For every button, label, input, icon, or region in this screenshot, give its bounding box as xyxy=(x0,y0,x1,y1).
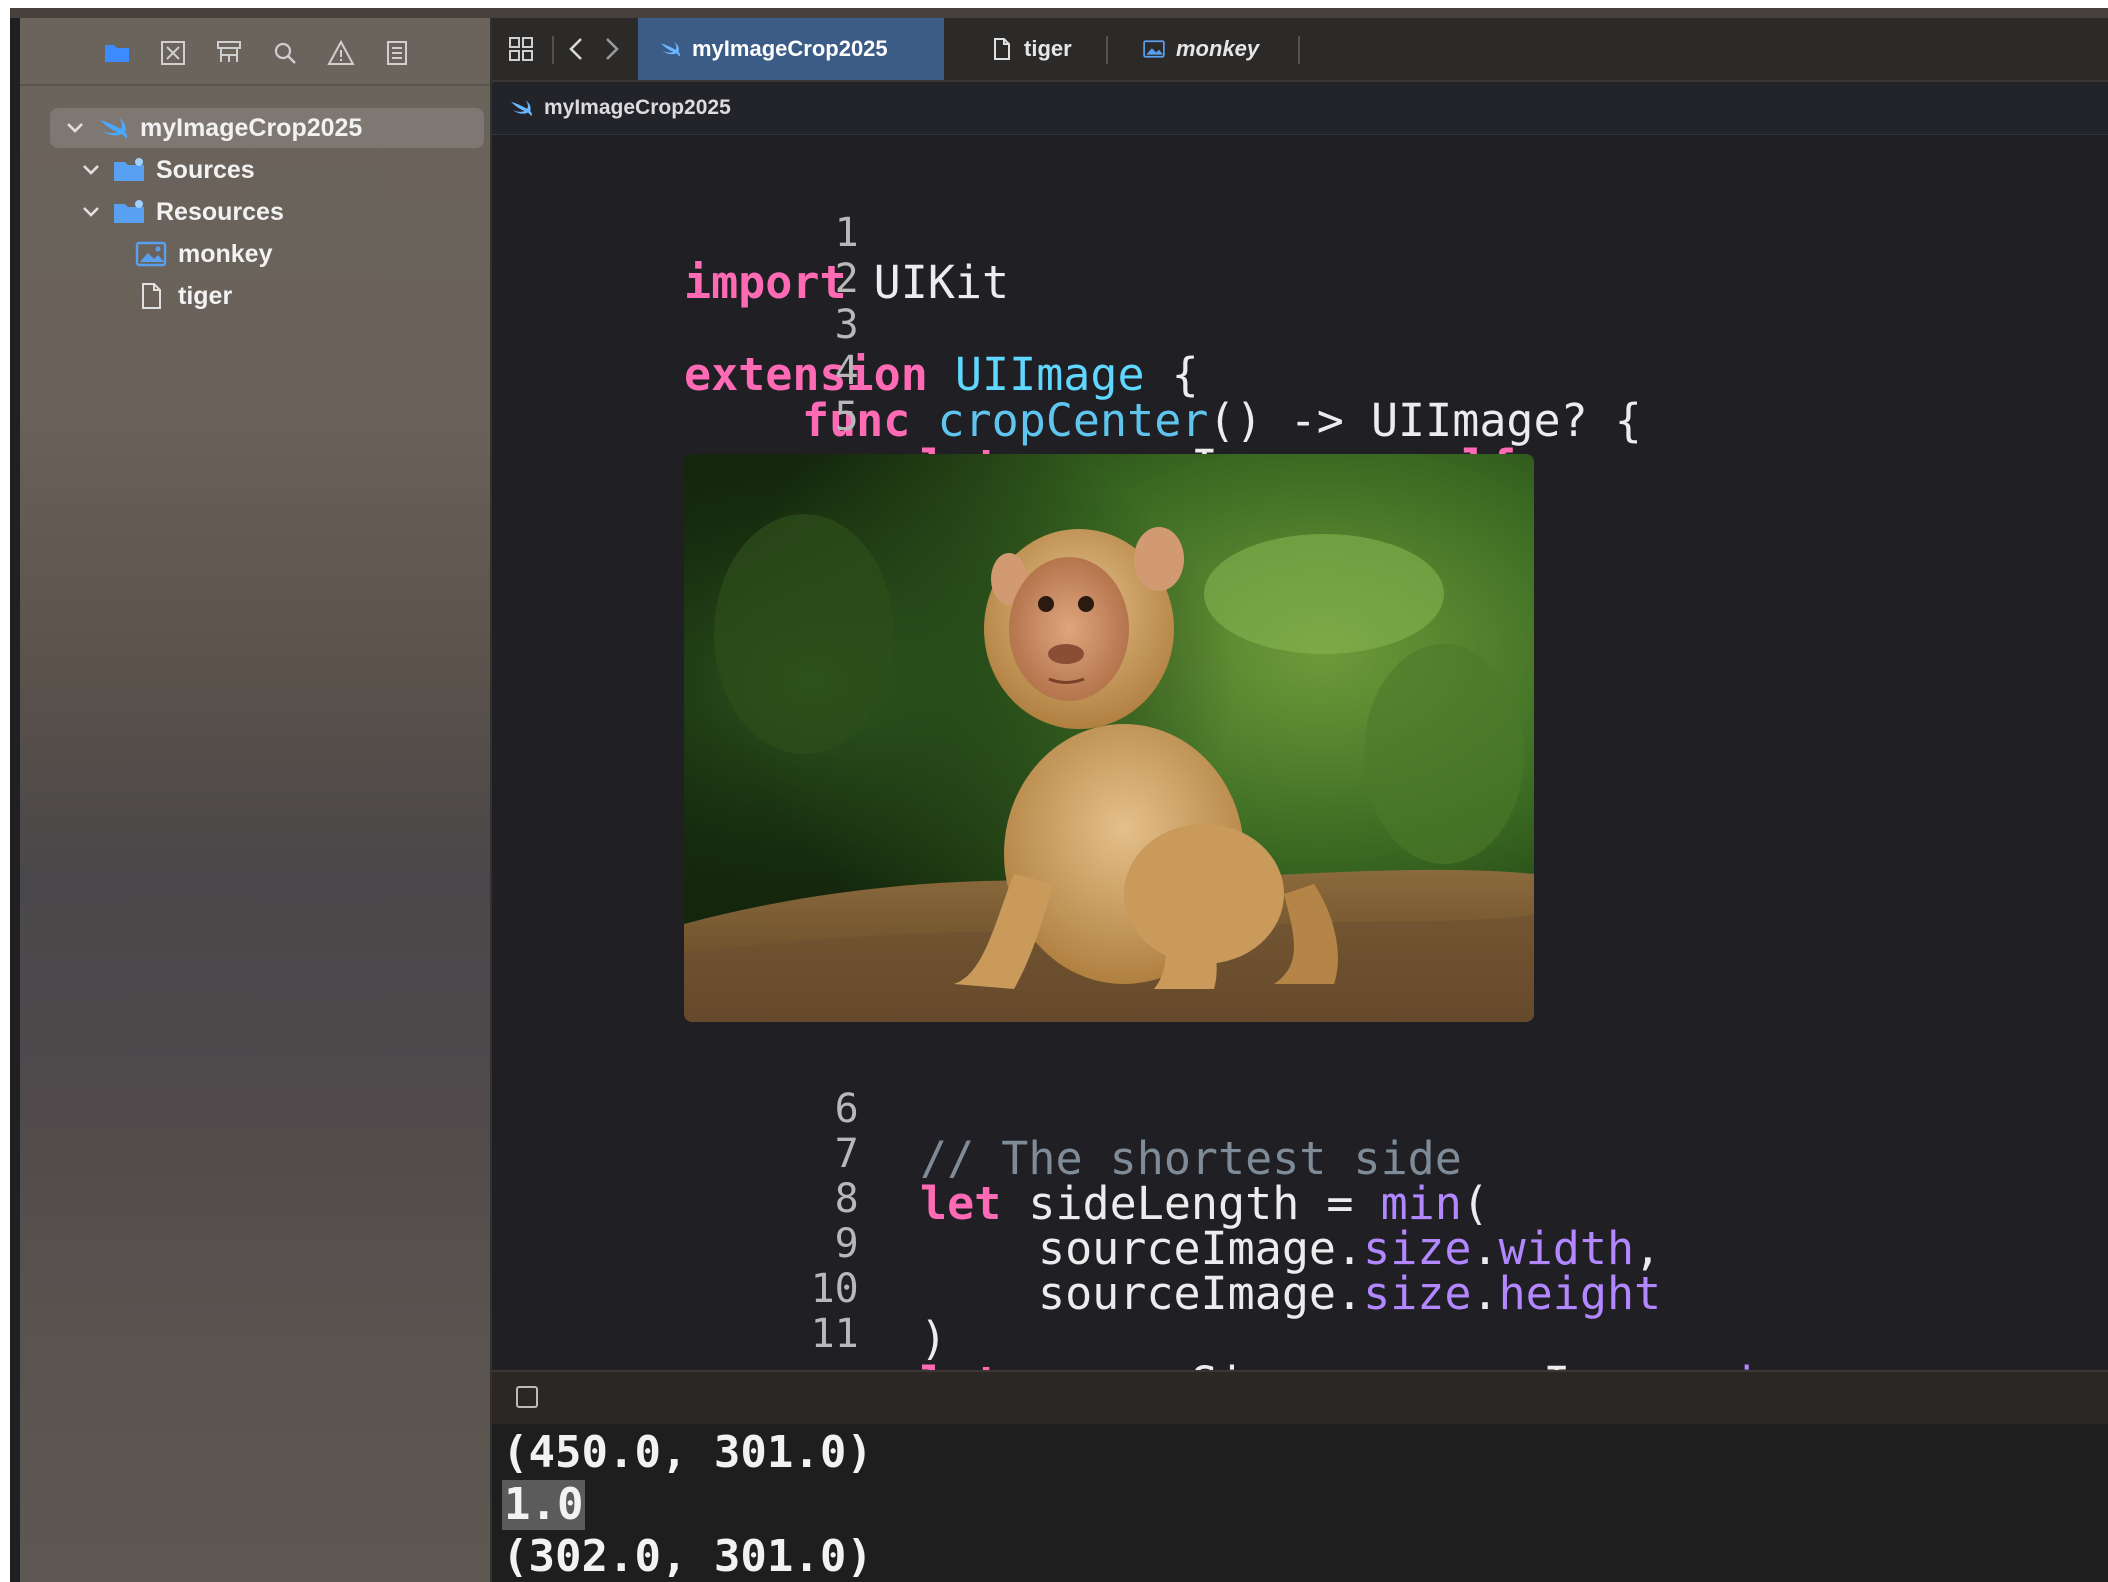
breadcrumb-label: myImageCrop2025 xyxy=(544,96,731,119)
folder-icon xyxy=(112,198,146,226)
code-line: 11 let sourceSize = sourceImage.size xyxy=(492,1259,2108,1376)
divider xyxy=(20,84,490,86)
code-line: 10 ) xyxy=(492,1214,2108,1364)
editor-area: myImageCrop2025 tiger monkey myImageCrop… xyxy=(492,18,2108,1582)
warning-icon[interactable] xyxy=(326,38,356,68)
source-control-icon[interactable] xyxy=(158,38,188,68)
tree-item-sources[interactable]: Sources xyxy=(80,150,255,190)
chevron-down-icon[interactable] xyxy=(80,201,102,223)
swift-icon xyxy=(96,114,130,142)
image-file-icon xyxy=(1143,40,1165,58)
monkey-preview-image[interactable] xyxy=(684,454,1534,1022)
code-editor[interactable]: 1 import UIKit 2 3 extension UIImage { 4… xyxy=(492,136,2108,1376)
divider xyxy=(1106,36,1108,64)
tree-item-resources[interactable]: Resources xyxy=(80,192,284,232)
code-line: 8 sourceImage.size.width, xyxy=(492,1124,2108,1274)
tab-label: monkey xyxy=(1176,36,1260,61)
tab-myimagecrop2025[interactable]: myImageCrop2025 xyxy=(638,18,944,80)
console-toolbar xyxy=(492,1370,2108,1426)
tab-label: myImageCrop2025 xyxy=(692,36,888,61)
chevron-left-icon[interactable] xyxy=(562,34,592,64)
document-icon xyxy=(134,282,168,310)
console-line: (302.0, 301.0) xyxy=(502,1531,873,1582)
chevron-right-icon[interactable] xyxy=(596,34,626,64)
console-line: (450.0, 301.0) xyxy=(502,1427,873,1478)
console-output[interactable]: (450.0, 301.0) 1.0 (302.0, 301.0) xyxy=(492,1424,2108,1582)
line-number: 5 xyxy=(834,394,859,440)
tree-item-label: monkey xyxy=(178,239,273,268)
tab-label: tiger xyxy=(1024,36,1072,61)
chevron-down-icon[interactable] xyxy=(64,117,86,139)
chevron-down-icon[interactable] xyxy=(80,159,102,181)
tab-monkey[interactable]: monkey xyxy=(1122,18,1292,80)
divider xyxy=(1298,36,1300,64)
tree-item-monkey[interactable]: monkey xyxy=(134,234,272,274)
tree-item-label: Sources xyxy=(156,155,255,184)
xcode-window: myImageCrop2025 Sources Resources monkey… xyxy=(10,8,2108,1582)
swift-icon xyxy=(511,100,532,116)
code-line: 4 func cropCenter() -> UIImage? { xyxy=(492,296,2108,446)
search-icon[interactable] xyxy=(270,38,300,68)
document-icon xyxy=(994,38,1010,60)
tab-bar: myImageCrop2025 tiger monkey xyxy=(492,18,2108,82)
breadcrumb[interactable]: myImageCrop2025 xyxy=(492,82,2108,135)
folder-icon xyxy=(112,156,146,184)
swift-icon xyxy=(660,41,681,57)
code-line: 7 let sideLength = min( xyxy=(492,1079,2108,1229)
code-line: 5 let sourceImage = self xyxy=(492,342,2108,492)
line-number: 11 xyxy=(810,1311,859,1357)
code-line: 6 // The shortest side xyxy=(492,1034,2108,1184)
code-line: 1 import UIKit xyxy=(684,210,1010,309)
report-icon[interactable] xyxy=(382,38,412,68)
divider xyxy=(552,36,554,64)
navigator-toolbar xyxy=(20,18,490,84)
window-top-edge xyxy=(10,8,2108,18)
tree-item-label: Resources xyxy=(156,197,284,226)
tree-item-label: tiger xyxy=(178,281,233,310)
code-line: 3 extension UIImage { xyxy=(684,302,1199,401)
grid-icon[interactable] xyxy=(506,34,536,64)
image-file-icon xyxy=(134,240,168,268)
tree-item-label: myImageCrop2025 xyxy=(140,113,363,142)
tab-tiger[interactable]: tiger xyxy=(970,18,1110,80)
hierarchy-icon[interactable] xyxy=(214,38,244,68)
console-toggle-checkbox[interactable] xyxy=(516,1386,538,1408)
tree-item-tiger[interactable]: tiger xyxy=(134,276,232,316)
tree-item-project[interactable]: myImageCrop2025 xyxy=(50,108,484,148)
console-line-selected: 1.0 xyxy=(502,1479,586,1530)
project-navigator: myImageCrop2025 Sources Resources monkey… xyxy=(20,18,490,1582)
folder-icon[interactable] xyxy=(102,38,132,68)
code-line: 9 sourceImage.size.height xyxy=(492,1169,2108,1319)
code-line: 2 xyxy=(492,204,2108,302)
